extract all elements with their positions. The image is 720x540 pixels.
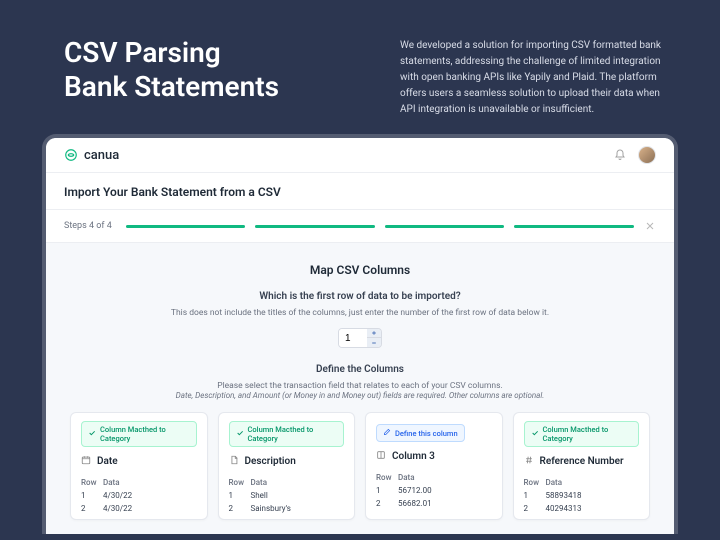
table-header: Row Data [81,476,197,489]
define-columns-title: Define the Columns [70,364,650,375]
header-row: Row [229,478,247,487]
column-status-label: Column Macthed to Category [543,425,633,443]
table-row: 1 58893418 [524,489,640,502]
row-data: 4/30/22 [103,491,197,500]
check-icon [531,429,539,439]
define-columns-desc-1: Please select the transaction field that… [70,381,650,391]
row-data: 56712.00 [398,486,492,495]
table-row: 1 4/30/22 [81,489,197,502]
row-data: 56682.01 [398,499,492,508]
header-row: Row [376,473,394,482]
column-title: Column 3 [392,451,435,462]
column-card[interactable]: Column Macthed to Category Description Row… [218,412,356,520]
row-data: 40294313 [546,504,640,513]
column-status-label: Define this column [395,429,458,438]
bell-icon[interactable] [614,149,626,161]
row-data: 4/30/22 [103,504,197,513]
hero-title-line1: CSV Parsing [64,36,221,69]
row-data: Shell [251,491,345,500]
table-row: 1 Shell [229,489,345,502]
table-header: Row Data [524,476,640,489]
check-icon [236,429,244,439]
first-row-input[interactable] [339,329,367,347]
header-row: Row [81,478,99,487]
header-data: Data [103,478,197,487]
step-bar-1 [126,225,246,228]
row-number: 1 [524,491,542,500]
avatar[interactable] [638,146,656,164]
topbar: canua [46,138,674,173]
brand-logo-icon [64,148,78,162]
brand[interactable]: canua [64,148,119,163]
step-bar-2 [255,225,375,228]
header-data: Data [398,473,492,482]
first-row-question: Which is the first row of data to be imp… [70,291,650,302]
column-status-tag[interactable]: Define this column [376,424,465,442]
step-progress: Steps 4 of 4 [46,210,674,243]
steps-label: Steps 4 of 4 [64,221,112,231]
row-number: 1 [376,486,394,495]
column-status-label: Column Macthed to Category [248,425,338,443]
plus-icon [371,330,377,336]
table-header: Row Data [376,471,492,484]
column-status-tag[interactable]: Column Macthed to Category [229,421,345,447]
row-number: 2 [81,504,99,513]
row-number: 2 [376,499,394,508]
column-title: Description [245,456,296,467]
define-columns-desc-2: Date, Description, and Amount (or Money … [70,391,650,400]
hash-icon [524,455,534,468]
table-row: 2 40294313 [524,502,640,515]
first-row-hint: This does not include the titles of the … [70,308,650,318]
column-title: Date [97,456,118,467]
table-header: Row Data [229,476,345,489]
calendar-icon [81,455,91,468]
app-window: canua Import Your Bank Statement from a … [42,134,678,534]
column-status-tag[interactable]: Column Macthed to Category [81,421,197,447]
first-row-stepper[interactable] [338,328,382,348]
header-data: Data [546,478,640,487]
table-row: 2 56682.01 [376,497,492,510]
row-data: 58893418 [546,491,640,500]
row-number: 1 [229,491,247,500]
stepper-up-button[interactable] [367,329,381,338]
column-title: Reference Number [540,456,624,467]
stepper-down-button[interactable] [367,338,381,347]
column-card[interactable]: Column Macthed to Category Reference Numb… [513,412,651,520]
step-bar-4 [514,225,634,228]
table-row: 2 Sainsbury's [229,502,345,515]
column-icon [376,450,386,463]
column-status-label: Column Macthed to Category [100,425,190,443]
row-data: Sainsbury's [251,504,345,513]
column-status-tag[interactable]: Column Macthed to Category [524,421,640,447]
header-row: Row [524,478,542,487]
hero-title-line2: Bank Statements [64,70,279,103]
page-title: Import Your Bank Statement from a CSV [46,173,674,210]
row-number: 2 [229,504,247,513]
column-card[interactable]: Define this column Column 3 Row Data 1 56712.… [365,412,503,520]
row-number: 1 [81,491,99,500]
row-number: 2 [524,504,542,513]
check-icon [88,429,96,439]
hero-description: We developed a solution for importing CS… [400,36,672,118]
table-row: 1 56712.00 [376,484,492,497]
header-data: Data [251,478,345,487]
step-bar-3 [385,225,505,228]
minus-icon [371,340,377,346]
document-icon [229,455,239,468]
brand-name: canua [84,148,119,163]
section-title: Map CSV Columns [70,263,650,277]
table-row: 2 4/30/22 [81,502,197,515]
column-card[interactable]: Column Macthed to Category Date Row Data 1 4/… [70,412,208,520]
close-icon[interactable] [644,220,656,232]
edit-icon [383,428,391,438]
